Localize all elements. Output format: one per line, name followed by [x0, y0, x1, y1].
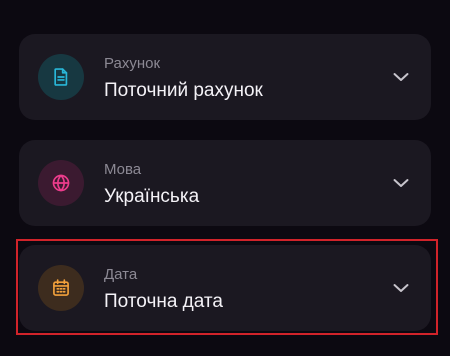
calendar-icon	[38, 265, 84, 311]
chevron-down-icon[interactable]	[391, 173, 411, 193]
document-icon	[38, 54, 84, 100]
chevron-down-icon[interactable]	[391, 67, 411, 87]
date-label: Дата	[104, 266, 138, 283]
date-selector[interactable]: Дата Поточна дата	[19, 245, 431, 331]
account-label: Рахунок	[104, 55, 161, 72]
date-value: Поточна дата	[104, 291, 223, 312]
globe-icon	[38, 160, 84, 206]
language-label: Мова	[104, 161, 142, 178]
language-selector[interactable]: Мова Українська	[19, 140, 431, 226]
language-value: Українська	[104, 186, 200, 207]
account-value: Поточний рахунок	[104, 80, 263, 101]
chevron-down-icon[interactable]	[391, 278, 411, 298]
account-selector[interactable]: Рахунок Поточний рахунок	[19, 34, 431, 120]
